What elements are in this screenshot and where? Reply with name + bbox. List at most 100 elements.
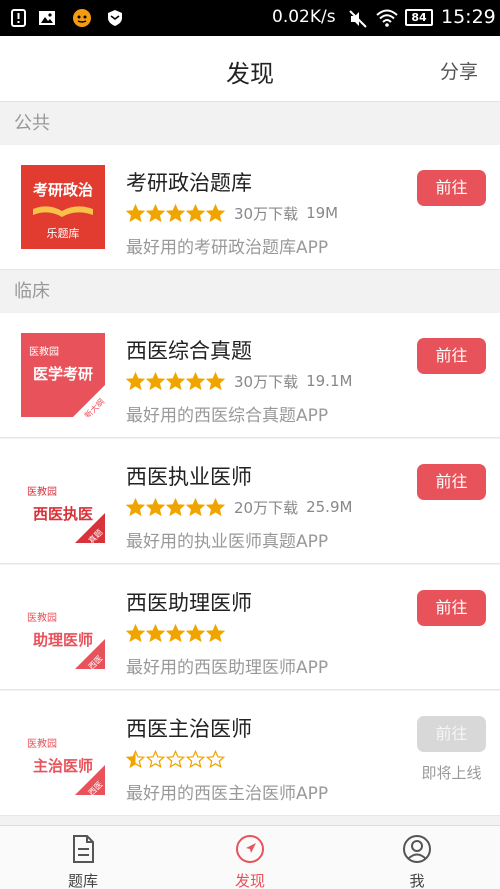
list-item[interactable]: 医教园 助理医师 西医 西医助理医师 最好用的西医助理医师APP 前往	[0, 565, 500, 690]
file-size: 19.1M	[306, 372, 353, 390]
app-description: 最好用的西医助理医师APP	[126, 658, 329, 678]
app-icon: 医教园 医学考研 新大纲	[21, 333, 105, 417]
list-item[interactable]: 医教园 主治医师 西医 西医主治医师 最好用的西医主治医师APP 前往 即将上线	[0, 691, 500, 816]
svg-text:助理医师: 助理医师	[33, 631, 93, 649]
top-bar: 发现 分享	[0, 36, 500, 102]
clock: 15:29	[441, 6, 496, 28]
medical-exam-logo-icon: 医教园 主治医师 西医	[21, 711, 105, 795]
app-description: 最好用的西医主治医师APP	[126, 784, 329, 804]
star-icon	[146, 497, 165, 516]
svg-text:医学考研: 医学考研	[33, 365, 93, 383]
medical-exam-logo-icon: 医教园 助理医师 西医	[21, 585, 105, 669]
app-meta: 30万下载 19M	[126, 201, 338, 225]
download-count: 30万下载	[234, 372, 299, 391]
app-name: 西医主治医师	[126, 717, 252, 741]
medical-exam-logo-icon: 医教园 医学考研 新大纲	[21, 333, 105, 417]
star-icon	[186, 497, 205, 516]
rating-stars	[126, 749, 226, 769]
svg-text:医教园: 医教园	[27, 485, 57, 498]
image-icon	[39, 11, 55, 25]
app-meta	[126, 621, 234, 645]
shield-icon	[108, 10, 122, 26]
app-name: 西医助理医师	[126, 591, 252, 615]
go-button[interactable]: 前往	[417, 464, 486, 500]
rating-stars	[126, 497, 226, 517]
tab-me[interactable]: 我	[334, 826, 500, 889]
svg-text:医教园: 医教园	[27, 737, 57, 750]
svg-text:西医执医: 西医执医	[33, 505, 93, 523]
app-description: 最好用的西医综合真题APP	[126, 406, 329, 426]
download-count: 20万下载	[234, 498, 299, 517]
star-icon	[126, 749, 145, 768]
star-icon	[146, 623, 165, 642]
section-header-public: 公共	[0, 103, 500, 144]
go-button[interactable]: 前往	[417, 338, 486, 374]
star-icon	[166, 749, 185, 768]
rating-stars	[126, 203, 226, 223]
app-icon: 医教园 主治医师 西医	[21, 711, 105, 795]
star-icon	[186, 371, 205, 390]
app-icon: 医教园 西医执医 真题	[21, 459, 105, 543]
star-icon	[206, 497, 225, 516]
wifi-icon	[376, 9, 398, 27]
network-speed: 0.02K/s	[272, 7, 336, 27]
star-icon	[206, 623, 225, 642]
star-icon	[166, 371, 185, 390]
star-icon	[166, 497, 185, 516]
star-icon	[206, 749, 225, 768]
file-size: 25.9M	[306, 498, 353, 516]
document-icon	[73, 835, 94, 863]
tab-question-bank[interactable]: 题库	[0, 826, 166, 889]
star-icon	[126, 203, 145, 222]
app-icon: 考研政治 乐题库	[21, 165, 105, 249]
tab-label: 题库	[67, 872, 98, 889]
go-button-disabled: 前往	[417, 716, 486, 752]
list-item[interactable]: 医教园 西医执医 真题 西医执业医师 20万下载 25.9M 最好用的执业医师真…	[0, 439, 500, 564]
tab-label: 我	[409, 872, 425, 889]
share-button[interactable]: 分享	[440, 57, 478, 84]
battery-icon: 84	[405, 9, 433, 26]
mute-icon	[349, 10, 367, 28]
app-description: 最好用的执业医师真题APP	[126, 532, 329, 552]
star-icon	[126, 497, 145, 516]
go-button[interactable]: 前往	[417, 170, 486, 206]
medical-exam-logo-icon: 医教园 西医执医 真题	[21, 459, 105, 543]
star-icon	[206, 203, 225, 222]
book-logo-icon: 考研政治 乐题库	[21, 165, 105, 249]
star-icon	[126, 371, 145, 390]
star-icon	[146, 749, 165, 768]
app-name: 西医综合真题	[126, 339, 252, 363]
app-meta: 20万下载 25.9M	[126, 495, 352, 519]
svg-text:乐题库: 乐题库	[47, 227, 80, 240]
star-icon	[206, 371, 225, 390]
tab-discover[interactable]: 发现	[167, 826, 333, 889]
compass-icon	[236, 835, 264, 863]
star-icon	[186, 203, 205, 222]
list-item[interactable]: 考研政治 乐题库 考研政治题库 30万下载 19M 最好用的考研政治题库APP …	[0, 145, 500, 270]
app-face-icon	[73, 9, 91, 27]
go-button[interactable]: 前往	[417, 590, 486, 626]
star-icon	[186, 749, 205, 768]
svg-text:医教园: 医教园	[29, 345, 59, 358]
user-icon	[403, 835, 431, 863]
app-icon: 医教园 助理医师 西医	[21, 585, 105, 669]
file-size: 19M	[306, 204, 339, 222]
star-icon	[166, 203, 185, 222]
bottom-nav: 题库 发现 我	[0, 825, 500, 889]
app-meta	[126, 747, 234, 771]
download-count: 30万下载	[234, 204, 299, 223]
svg-text:考研政治: 考研政治	[33, 181, 93, 199]
page-title: 发现	[226, 60, 274, 88]
notification-icon	[11, 9, 26, 27]
svg-text:医教园: 医教园	[27, 611, 57, 624]
list-item[interactable]: 医教园 医学考研 新大纲 西医综合真题 30万下载 19.1M 最好用的西医综合…	[0, 313, 500, 438]
svg-text:主治医师: 主治医师	[33, 757, 93, 775]
star-icon	[186, 623, 205, 642]
rating-stars	[126, 371, 226, 391]
app-meta: 30万下载 19.1M	[126, 369, 352, 393]
star-icon	[126, 623, 145, 642]
app-description: 最好用的考研政治题库APP	[126, 238, 329, 258]
star-icon	[166, 623, 185, 642]
app-name: 考研政治题库	[126, 171, 252, 195]
star-icon	[146, 203, 165, 222]
